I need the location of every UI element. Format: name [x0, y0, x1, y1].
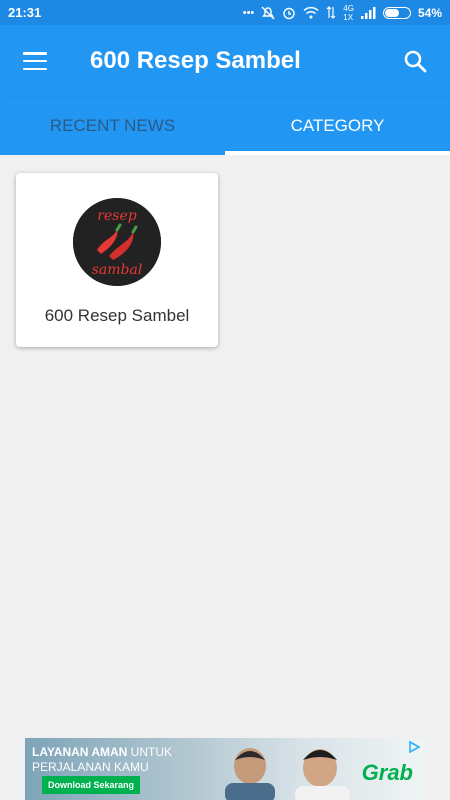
- tab-category[interactable]: CATEGORY: [225, 97, 450, 155]
- battery-icon: [382, 6, 411, 19]
- network-type-bottom: 1X: [343, 12, 354, 22]
- category-list: resep sambal 600 Resep Sambel: [0, 155, 450, 738]
- category-logo: resep sambal: [73, 198, 161, 286]
- ad-photo: [225, 748, 350, 800]
- mute-icon: [261, 6, 275, 19]
- ad-headline-bold: LAYANAN AMAN: [32, 745, 128, 759]
- ad-headline-rest: UNTUK: [127, 745, 173, 759]
- ad-headline: LAYANAN AMAN UNTUK PERJALANAN KAMU: [32, 745, 172, 775]
- data-transfer-icon: [326, 6, 336, 19]
- tab-recent-news[interactable]: RECENT NEWS: [0, 97, 225, 155]
- hamburger-menu-icon: [23, 52, 47, 70]
- tab-recent-news-label: RECENT NEWS: [49, 116, 176, 135]
- search-icon: [404, 50, 427, 73]
- menu-button[interactable]: [0, 25, 70, 97]
- ad-headline-line2: PERJALANAN KAMU: [32, 760, 149, 774]
- signal-icon: [360, 6, 376, 19]
- tab-bar: RECENT NEWS CATEGORY: [0, 97, 450, 155]
- wifi-icon: [303, 6, 319, 19]
- status-bar: 21:31 ••• 4G 1X 54%: [0, 0, 450, 25]
- search-button[interactable]: [380, 25, 450, 97]
- alarm-icon: [283, 7, 295, 19]
- chili-logo-icon: resep sambal: [73, 198, 161, 286]
- app-title: 600 Resep Sambel: [90, 47, 301, 74]
- logo-text-top: resep: [97, 208, 136, 224]
- status-time: 21:31: [8, 5, 42, 20]
- category-card[interactable]: resep sambal 600 Resep Sambel: [16, 173, 218, 347]
- app-bar: 600 Resep Sambel: [0, 25, 450, 97]
- ad-choices-icon[interactable]: [407, 740, 421, 754]
- ad-brand-logo: Grab: [361, 760, 413, 785]
- battery-percent: 54%: [417, 5, 442, 20]
- tab-category-label: CATEGORY: [290, 116, 385, 135]
- status-icons: ••• 4G 1X 54%: [243, 4, 442, 22]
- more-notifications-icon: •••: [242, 6, 255, 19]
- category-title: 600 Resep Sambel: [44, 306, 190, 325]
- ad-banner[interactable]: LAYANAN AMAN UNTUK PERJALANAN KAMU Downl…: [25, 738, 425, 800]
- logo-text-bottom: sambal: [92, 262, 143, 278]
- network-type: 4G 1X: [343, 4, 354, 22]
- ad-download-button[interactable]: Download Sekarang: [42, 776, 141, 794]
- network-type-top: 4G: [343, 3, 354, 13]
